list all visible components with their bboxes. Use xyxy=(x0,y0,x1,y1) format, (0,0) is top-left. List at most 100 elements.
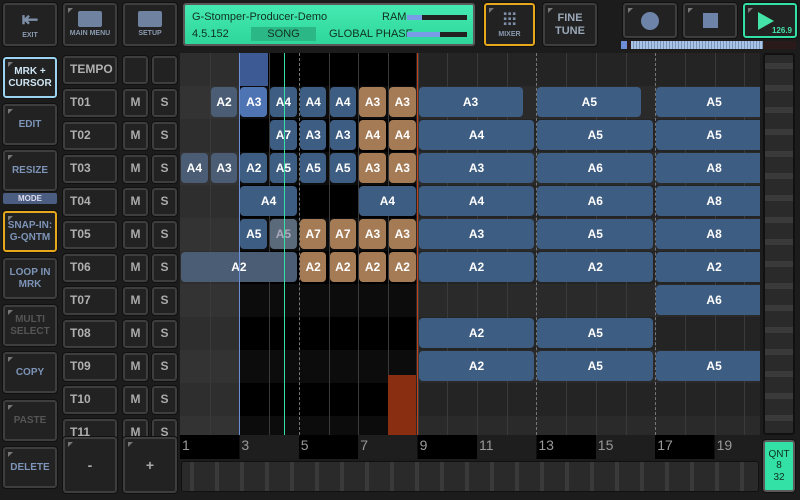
resize-button[interactable]: RESIZE xyxy=(2,149,58,192)
clip[interactable]: A4 xyxy=(359,186,416,216)
clip[interactable]: A3 xyxy=(418,153,535,183)
clip[interactable]: A3 xyxy=(359,219,386,249)
clip[interactable]: A4 xyxy=(240,186,297,216)
tempo-track-header[interactable]: TEMPO xyxy=(62,55,118,85)
clip[interactable]: A3 xyxy=(388,153,416,183)
clip[interactable]: A3 xyxy=(299,120,327,150)
mute-button[interactable]: M xyxy=(122,220,149,250)
clip[interactable]: A2 xyxy=(210,87,238,117)
clip[interactable]: A4 xyxy=(388,120,416,150)
mute-button[interactable]: M xyxy=(122,286,149,316)
add-track-button[interactable]: + xyxy=(122,436,178,494)
track-header[interactable]: T09 xyxy=(62,352,118,382)
clip[interactable]: A2 xyxy=(240,153,268,183)
bar-ruler[interactable]: 1 3 5 7 9 11 13 15 17 19 xyxy=(180,435,760,459)
clip[interactable]: A5 xyxy=(329,153,357,183)
mute-button[interactable]: M xyxy=(122,253,149,283)
arranger-grid[interactable]: A2A3A4A4A4A3A3A3A5A5A7A3A3A4A4A4A5A5A4A3… xyxy=(180,53,760,435)
clip[interactable]: A3 xyxy=(359,87,386,117)
clip[interactable]: A3 xyxy=(388,219,416,249)
clip[interactable]: A5 xyxy=(537,87,642,117)
clip[interactable]: A6 xyxy=(537,153,654,183)
edit-button[interactable]: EDIT xyxy=(2,103,58,146)
mute-button[interactable]: M xyxy=(122,154,149,184)
clip[interactable]: A3 xyxy=(240,87,268,117)
clip[interactable]: A5 xyxy=(537,120,654,150)
clip[interactable]: A2 xyxy=(329,252,357,282)
solo-button[interactable]: S xyxy=(151,121,178,151)
clip[interactable]: A2 xyxy=(388,252,416,282)
clip[interactable]: A4 xyxy=(299,87,327,117)
clip[interactable]: A4 xyxy=(418,120,535,150)
track-header[interactable]: T02 xyxy=(62,121,118,151)
mute-button[interactable]: M xyxy=(122,352,149,382)
clip[interactable]: A2 xyxy=(359,252,386,282)
clip[interactable]: A5 xyxy=(656,351,760,381)
clip[interactable]: A3 xyxy=(388,87,416,117)
clip[interactable]: A2 xyxy=(299,252,327,282)
track-header[interactable]: T01 xyxy=(62,88,118,118)
clip[interactable]: A2 xyxy=(656,252,760,282)
solo-button[interactable]: S xyxy=(151,385,178,415)
track-header[interactable]: T04 xyxy=(62,187,118,217)
main-menu-button[interactable]: MAIN MENU xyxy=(62,2,118,47)
snap-in-button[interactable]: SNAP-IN: G-QNTM xyxy=(2,210,58,253)
play-button[interactable]: 126.9 xyxy=(742,2,798,39)
clip[interactable]: A5 xyxy=(656,120,760,150)
exit-button[interactable]: ⇤ EXIT xyxy=(2,2,58,47)
clip[interactable]: A5 xyxy=(656,87,760,117)
track-header[interactable]: T10 xyxy=(62,385,118,415)
solo-button[interactable]: S xyxy=(151,352,178,382)
mode-badge[interactable]: SONG xyxy=(251,27,316,41)
clip[interactable]: A4 xyxy=(181,153,208,183)
mute-button[interactable]: M xyxy=(122,385,149,415)
clip[interactable]: A5 xyxy=(537,219,654,249)
delete-button[interactable]: DELETE xyxy=(2,446,58,489)
mrk-cursor-button[interactable]: MRK + CURSOR xyxy=(2,56,58,99)
stop-button[interactable] xyxy=(682,2,738,39)
solo-button[interactable]: S xyxy=(151,253,178,283)
copy-button[interactable]: COPY xyxy=(2,351,58,394)
solo-button[interactable]: S xyxy=(151,319,178,349)
track-header[interactable]: T07 xyxy=(62,286,118,316)
mute-button[interactable]: M xyxy=(122,187,149,217)
solo-button[interactable]: S xyxy=(151,187,178,217)
clip[interactable]: A3 xyxy=(418,219,535,249)
track-header[interactable]: T06 xyxy=(62,253,118,283)
playhead-cursor[interactable] xyxy=(284,53,285,435)
clip[interactable]: A5 xyxy=(537,318,654,348)
mixer-button[interactable]: ⫶⫶⫶ MIXER xyxy=(483,2,536,47)
record-button[interactable] xyxy=(622,2,678,39)
track-header[interactable]: T05 xyxy=(62,220,118,250)
vertical-scroller[interactable] xyxy=(763,53,795,435)
clip[interactable]: A3 xyxy=(359,153,386,183)
clip[interactable]: A2 xyxy=(418,252,535,282)
clip[interactable]: A7 xyxy=(329,219,357,249)
clip[interactable]: A6 xyxy=(537,186,654,216)
clip[interactable]: A8 xyxy=(656,219,760,249)
song-position-bar[interactable] xyxy=(621,41,796,49)
setup-button[interactable]: SETUP xyxy=(122,2,178,47)
clip[interactable]: A7 xyxy=(299,219,327,249)
clip[interactable]: A2 xyxy=(537,252,654,282)
remove-track-button[interactable]: - xyxy=(62,436,118,494)
clip[interactable]: A5 xyxy=(240,219,268,249)
track-header[interactable]: T08 xyxy=(62,319,118,349)
fine-tune-button[interactable]: FINE TUNE xyxy=(542,2,598,47)
clip[interactable]: A3 xyxy=(418,87,523,117)
mute-button[interactable]: M xyxy=(122,88,149,118)
clip[interactable]: A8 xyxy=(656,186,760,216)
clip[interactable]: A6 xyxy=(656,285,760,315)
clip[interactable]: A2 xyxy=(418,318,535,348)
clip[interactable]: A4 xyxy=(329,87,357,117)
solo-button[interactable]: S xyxy=(151,154,178,184)
quantize-button[interactable]: QNT 8 32 xyxy=(762,439,796,493)
solo-button[interactable]: S xyxy=(151,286,178,316)
clip[interactable]: A4 xyxy=(359,120,386,150)
solo-button[interactable]: S xyxy=(151,88,178,118)
clip[interactable]: A5 xyxy=(299,153,327,183)
horizontal-scroller[interactable] xyxy=(181,461,759,492)
solo-button[interactable]: S xyxy=(151,220,178,250)
paste-button[interactable]: PASTE xyxy=(2,399,58,442)
mute-button[interactable]: M xyxy=(122,319,149,349)
